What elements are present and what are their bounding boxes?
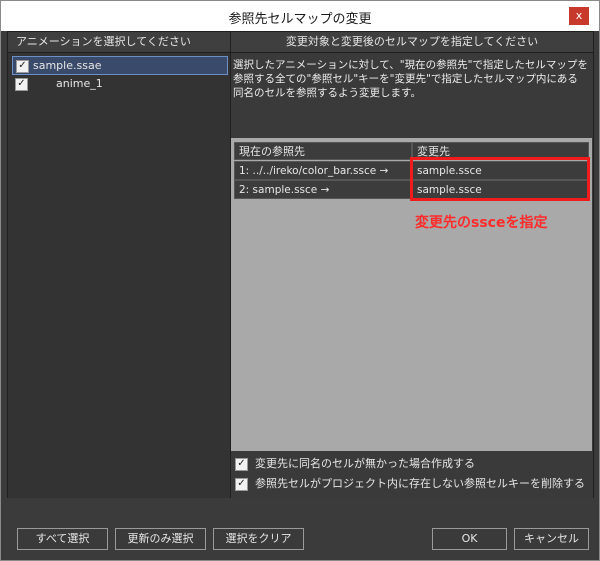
animation-list-pane: アニメーションを選択してください ✓ sample.ssae ✓ anime_1	[7, 31, 232, 499]
column-header-current[interactable]: 現在の参照先	[234, 142, 412, 160]
delete-orphan-keys-checkbox[interactable]: ✓	[235, 478, 248, 491]
annotation-callout: 変更先のssceを指定	[415, 215, 548, 231]
cellmap-settings-header: 変更対象と変更後のセルマップを指定してください	[231, 32, 593, 53]
close-button[interactable]: x	[569, 7, 589, 25]
target-highlight-box	[410, 157, 590, 201]
option-label: 変更先に同名のセルが無かった場合作成する	[255, 457, 475, 470]
clear-selection-button[interactable]: 選択をクリア	[213, 528, 304, 550]
tree-item-label: anime_1	[56, 77, 103, 90]
animation-list-header: アニメーションを選択してください	[8, 32, 231, 53]
create-missing-cells-checkbox[interactable]: ✓	[235, 458, 248, 471]
tree-item-sample-ssae[interactable]: ✓ sample.ssae	[12, 56, 228, 75]
row-2-current-cellmap: 2: sample.ssce →	[234, 180, 412, 199]
dialog-window: 参照先セルマップの変更 x アニメーションを選択してください ✓ sample.…	[0, 0, 600, 561]
select-updated-only-button[interactable]: 更新のみ選択	[115, 528, 206, 550]
description-text: 選択したアニメーションに対して、"現在の参照先"で指定したセルマップを参照する全…	[233, 59, 588, 99]
dialog-title: 参照先セルマップの変更	[228, 12, 372, 27]
row-1-current-cellmap: 1: ../../ireko/color_bar.ssce →	[234, 161, 412, 180]
cellmap-settings-pane: 変更対象と変更後のセルマップを指定してください 選択したアニメーションに対して、…	[230, 31, 594, 499]
title-bar[interactable]: 参照先セルマップの変更 x	[1, 1, 599, 31]
option-label: 参照先セルがプロジェクト内に存在しない参照セルキーを削除する	[255, 477, 585, 490]
ok-button[interactable]: OK	[432, 528, 507, 550]
anime-1-checkbox[interactable]: ✓	[15, 78, 28, 91]
tree-item-anime-1[interactable]: ✓ anime_1	[12, 75, 226, 92]
cancel-button[interactable]: キャンセル	[514, 528, 589, 550]
tree-item-label: sample.ssae	[33, 59, 102, 72]
sample-ssae-checkbox[interactable]: ✓	[16, 60, 29, 73]
select-all-button[interactable]: すべて選択	[17, 528, 108, 550]
